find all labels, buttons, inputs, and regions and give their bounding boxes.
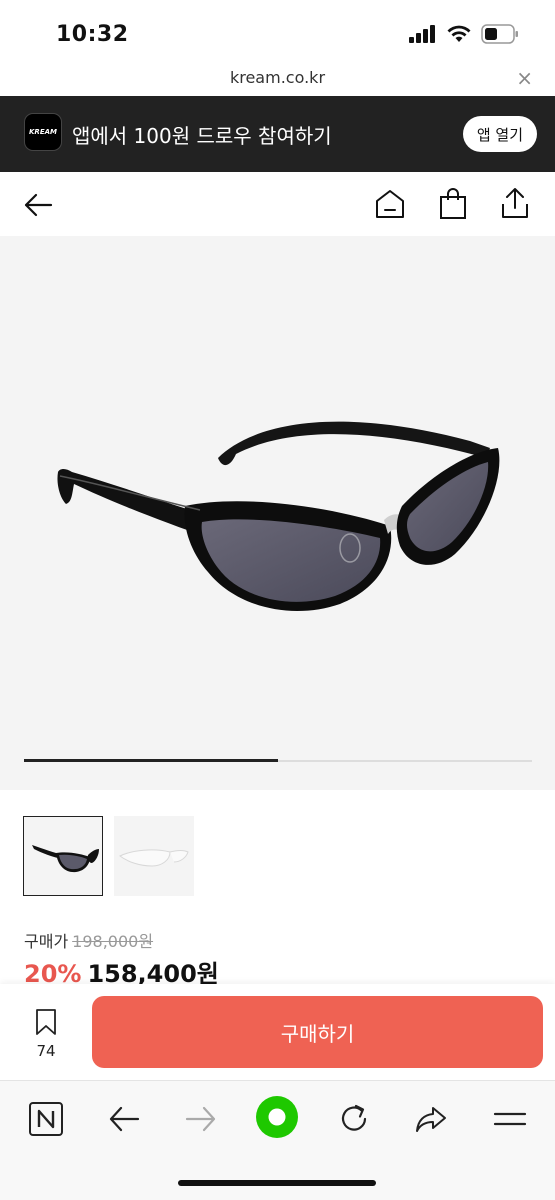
shopping-bag-icon[interactable] <box>438 188 468 220</box>
refresh-icon[interactable] <box>336 1101 372 1137</box>
bookmark-icon <box>36 1009 56 1035</box>
gallery-progress-track <box>24 759 532 762</box>
browser-url-bar[interactable]: kream.co.kr × <box>0 64 555 96</box>
navigation-bar <box>0 172 555 236</box>
green-dot-icon[interactable] <box>255 1095 299 1139</box>
naver-n-icon[interactable] <box>28 1101 64 1137</box>
open-app-button[interactable]: 앱 열기 <box>462 116 537 152</box>
sunglasses-image <box>57 421 500 612</box>
battery-icon <box>481 24 518 44</box>
status-icons <box>409 24 519 44</box>
back-arrow-icon[interactable] <box>22 190 54 220</box>
browser-forward-icon[interactable] <box>183 1101 219 1137</box>
wifi-icon <box>447 25 471 42</box>
menu-icon[interactable] <box>492 1101 528 1137</box>
share-icon[interactable] <box>500 186 530 220</box>
app-promo-banner[interactable]: KREAM 앱에서 100원 드로우 참여하기 앱 열기 <box>0 96 555 172</box>
thumbnail-image <box>119 849 189 867</box>
kream-logo: KREAM <box>24 113 62 151</box>
status-time: 10:32 <box>56 22 129 47</box>
close-icon[interactable]: × <box>516 66 533 90</box>
signal-icon <box>409 25 435 43</box>
price-label-row: 구매가 198,000원 <box>24 928 153 952</box>
gallery-progress-fill <box>24 759 278 762</box>
product-image-gallery[interactable] <box>0 236 555 790</box>
original-price: 198,000원 <box>72 932 154 951</box>
forward-share-icon[interactable] <box>413 1101 449 1137</box>
home-icon[interactable] <box>374 188 406 220</box>
url-text[interactable]: kream.co.kr <box>0 68 555 87</box>
home-indicator <box>178 1180 376 1186</box>
thumbnail-black-sunglasses[interactable] <box>23 816 103 896</box>
bottom-action-bar: 74 구매하기 <box>0 984 555 1080</box>
status-bar: 10:32 <box>0 0 555 64</box>
price-label: 구매가 <box>24 932 69 951</box>
thumbnail-list <box>0 816 555 900</box>
thumbnail-image <box>32 845 99 873</box>
thumbnail-clear-sunglasses[interactable] <box>114 816 194 896</box>
buy-button[interactable]: 구매하기 <box>92 996 543 1068</box>
browser-back-icon[interactable] <box>106 1101 142 1137</box>
banner-text: 앱에서 100원 드로우 참여하기 <box>72 124 332 148</box>
wish-count: 74 <box>36 1042 56 1060</box>
wishlist-button[interactable]: 74 <box>26 1008 66 1060</box>
